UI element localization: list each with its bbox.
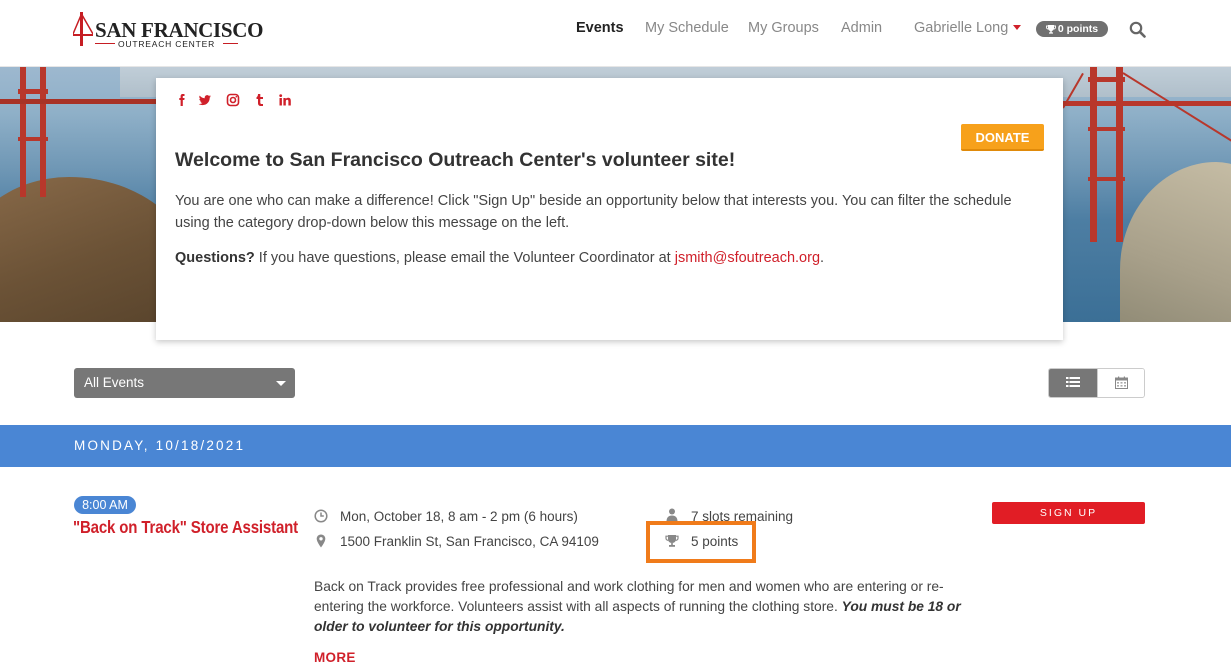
event-datetime: Mon, October 18, 8 am - 2 pm (6 hours) <box>340 509 578 524</box>
welcome-body: You are one who can make a difference! C… <box>175 193 1012 231</box>
user-name: Gabrielle Long <box>914 20 1009 36</box>
bridge-logo-icon <box>73 12 93 46</box>
twitter-icon[interactable] <box>198 93 212 107</box>
tumblr-icon[interactable] <box>253 93 267 107</box>
questions-label: Questions? <box>175 250 255 266</box>
calendar-icon <box>1115 376 1128 389</box>
list-icon <box>1066 377 1080 387</box>
site-logo[interactable]: SAN FRANCISCO OUTREACH CENTER <box>73 12 264 49</box>
coordinator-email-link[interactable]: jsmith@sfoutreach.org <box>675 250 820 266</box>
user-menu[interactable]: Gabrielle Long <box>914 20 1022 40</box>
nav-my-groups[interactable]: My Groups <box>748 20 819 40</box>
date-header-label: MONDAY, 10/18/2021 <box>74 438 246 453</box>
linkedin-icon[interactable] <box>278 93 292 107</box>
calendar-view-button[interactable] <box>1097 369 1144 397</box>
site-header: SAN FRANCISCO OUTREACH CENTER Events My … <box>0 0 1231 67</box>
facebook-icon[interactable] <box>175 93 189 107</box>
person-icon <box>666 508 678 522</box>
list-view-button[interactable] <box>1049 369 1097 397</box>
clock-icon <box>314 509 328 523</box>
trophy-icon <box>1045 25 1056 34</box>
instagram-icon[interactable] <box>226 93 240 107</box>
nav-events[interactable]: Events <box>576 20 624 40</box>
nav-admin[interactable]: Admin <box>841 20 882 40</box>
category-filter-value: All Events <box>84 375 145 390</box>
logo-subtitle: OUTREACH CENTER <box>118 39 216 49</box>
welcome-card: DONATE Welcome to San Francisco Outreach… <box>156 78 1063 340</box>
donate-button[interactable]: DONATE <box>961 124 1044 151</box>
caret-down-icon <box>1013 25 1022 30</box>
map-pin-icon <box>316 534 326 548</box>
caret-down-icon <box>276 381 286 386</box>
points-highlight-box <box>646 521 756 563</box>
event-time-badge: 8:00 AM <box>74 496 136 514</box>
date-header: MONDAY, 10/18/2021 <box>0 425 1231 467</box>
welcome-title: Welcome to San Francisco Outreach Center… <box>175 149 736 171</box>
more-link[interactable]: MORE <box>314 650 356 665</box>
nav-my-schedule[interactable]: My Schedule <box>645 20 729 40</box>
event-description: Back on Track provides free professional… <box>314 579 961 634</box>
event-address: 1500 Franklin St, San Francisco, CA 9410… <box>340 534 599 549</box>
event-title-link[interactable]: "Back on Track" Store Assistant <box>73 517 298 538</box>
search-icon[interactable] <box>1129 21 1146 38</box>
sign-up-button[interactable]: SIGN UP <box>992 502 1145 524</box>
questions-text: Questions? If you have questions, please… <box>175 250 825 266</box>
category-filter-dropdown[interactable]: All Events <box>74 368 295 398</box>
points-badge[interactable]: 0 points <box>1036 21 1108 37</box>
points-badge-label: 0 points <box>1057 23 1099 35</box>
view-toggle <box>1048 368 1145 398</box>
